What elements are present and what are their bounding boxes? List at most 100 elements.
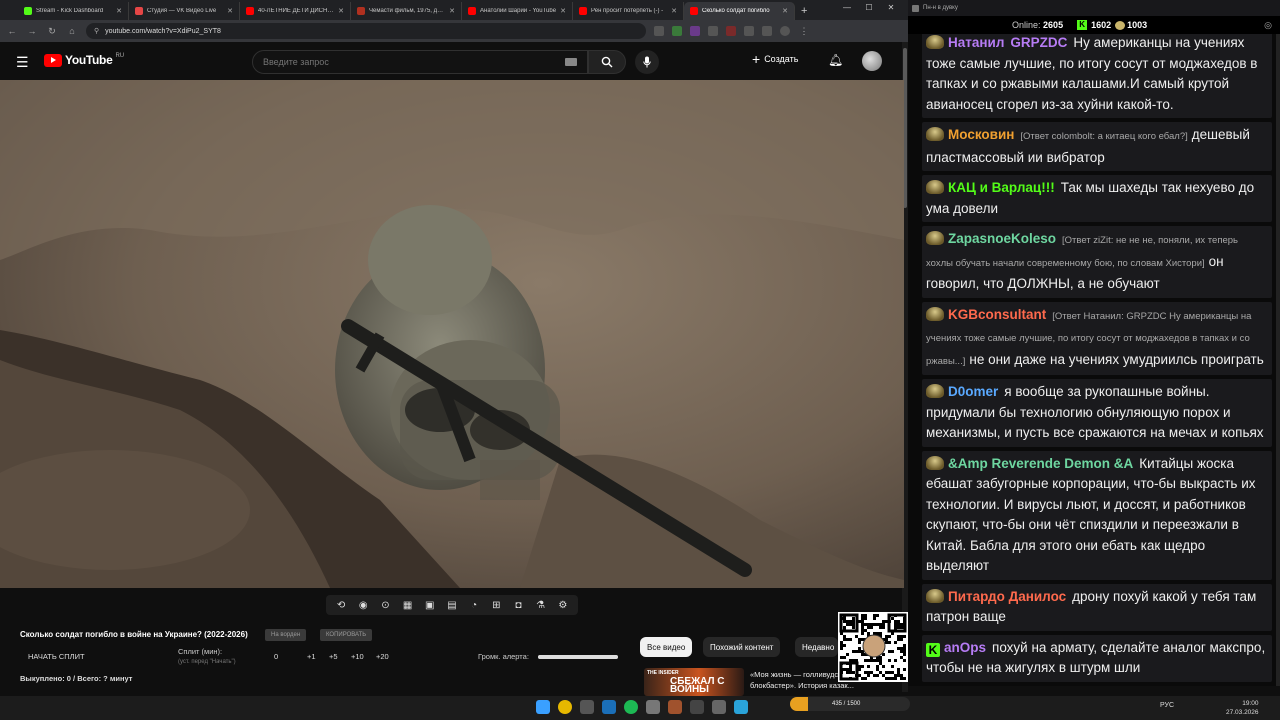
speed-icon[interactable]: ◔ xyxy=(465,600,483,611)
browser-tab[interactable]: Чемасти фильм, 1975, дата ✕ xyxy=(351,2,462,20)
chip-related[interactable]: Похожий контент xyxy=(703,637,781,657)
keyboard-icon[interactable] xyxy=(565,58,577,66)
chat-username[interactable]: anOps xyxy=(944,640,986,655)
create-button[interactable]: + Создать xyxy=(752,52,798,66)
split-value-plus5[interactable]: +5 xyxy=(329,652,338,661)
spotify-icon[interactable] xyxy=(624,700,638,714)
system-clock[interactable]: 19:00 27.03.2026 xyxy=(1226,699,1259,717)
telegram-icon[interactable] xyxy=(734,700,748,714)
app-icon[interactable] xyxy=(646,700,660,714)
tab-close-icon[interactable]: ✕ xyxy=(116,7,122,15)
minimize-icon[interactable]: — xyxy=(836,3,858,12)
chat-username[interactable]: ZapasnoeKoleso xyxy=(948,231,1056,246)
menu-dots-icon[interactable]: ⋮ xyxy=(798,26,810,37)
chat-username[interactable]: Натанил xyxy=(948,35,1004,50)
back-icon[interactable]: ← xyxy=(6,26,18,36)
browser-tab[interactable]: Сколько солдат погибло ✕ xyxy=(684,2,795,20)
cinema-icon[interactable]: ▤ xyxy=(443,600,461,611)
chat-username[interactable]: &Amp Reverende Demon &A xyxy=(948,456,1133,471)
browser-tab[interactable]: Stream - Kick Dashboard ✕ xyxy=(18,2,129,20)
youtube-logo[interactable]: YouTube RU xyxy=(44,53,124,67)
extension-icon[interactable] xyxy=(672,26,682,36)
wordsen-chip[interactable]: На ворден xyxy=(265,629,307,641)
menu-icon[interactable]: ☰ xyxy=(16,54,29,71)
tab-close-icon[interactable]: ✕ xyxy=(560,7,566,15)
tab-favicon-icon xyxy=(135,7,143,15)
recommended-thumbnail[interactable]: THE INSIDER СБЕЖАЛ С ВОЙНЫ xyxy=(644,668,744,696)
add-clip-icon[interactable]: ⊞ xyxy=(487,600,505,611)
chat-settings-icon[interactable]: ◎ xyxy=(1264,20,1272,31)
start-split-button[interactable]: НАЧАТЬ СПЛИТ xyxy=(28,652,85,661)
puzzle-icon[interactable] xyxy=(744,26,754,36)
close-icon[interactable]: ✕ xyxy=(880,3,902,12)
search-button[interactable] xyxy=(588,50,626,74)
new-tab-button[interactable]: + xyxy=(801,5,807,17)
loop-icon[interactable]: ⟲ xyxy=(332,600,350,611)
screenshot-icon[interactable]: ◘ xyxy=(509,600,527,611)
steam-icon[interactable] xyxy=(602,700,616,714)
settings-gear-icon[interactable]: ⚙ xyxy=(554,600,572,611)
alert-volume-slider[interactable] xyxy=(538,655,618,659)
copy-chip[interactable]: КОПИРОВАТЬ xyxy=(320,629,373,641)
chat-message-list[interactable]: Натанил GRPZDC Ну американцы на учениях то… xyxy=(908,34,1280,686)
pip-icon[interactable]: ▣ xyxy=(421,600,439,611)
chat-username-suffix[interactable]: GRPZDC xyxy=(1010,35,1067,50)
maximize-icon[interactable]: ☐ xyxy=(858,3,880,12)
chat-username[interactable]: KGBconsultant xyxy=(948,307,1046,322)
split-value-0[interactable]: 0 xyxy=(274,652,278,661)
chat-username[interactable]: D0omer xyxy=(948,384,998,399)
flask-icon[interactable]: ⚗ xyxy=(532,600,550,611)
tab-close-icon[interactable]: ✕ xyxy=(782,7,788,15)
split-value-plus20[interactable]: +20 xyxy=(376,652,389,661)
profile-icon[interactable] xyxy=(780,26,790,36)
home-icon[interactable]: ⌂ xyxy=(66,26,78,36)
browser-tab[interactable]: Анатолий Шарий - YouTube ✕ xyxy=(462,2,573,20)
browser-tab[interactable]: 40-ЛЕТНИЕ ДЕТИ ДИСНЕЯ ✕ xyxy=(240,2,351,20)
app-icon[interactable] xyxy=(690,700,704,714)
tab-close-icon[interactable]: ✕ xyxy=(227,7,233,15)
chip-recent[interactable]: Недавно xyxy=(795,637,838,657)
extension-icon[interactable] xyxy=(708,26,718,36)
start-icon[interactable] xyxy=(536,700,550,714)
reload-icon[interactable]: ↻ xyxy=(46,26,58,37)
broadcast-icon[interactable]: ◉ xyxy=(354,600,372,611)
tab-close-icon[interactable]: ✕ xyxy=(671,7,677,15)
youtube-play-icon xyxy=(44,53,62,67)
extension-icon[interactable] xyxy=(654,26,664,36)
extension-icon[interactable] xyxy=(690,26,700,36)
tab-close-icon[interactable]: ✕ xyxy=(449,7,455,15)
language-indicator[interactable]: РУС xyxy=(1160,702,1174,709)
tab-title: Stream - Kick Dashboard xyxy=(36,8,104,14)
url-field[interactable]: ⚲ youtube.com/watch?v=XdiPu2_SYT8 xyxy=(86,23,646,39)
download-icon[interactable] xyxy=(762,26,772,36)
app-icon[interactable] xyxy=(668,700,682,714)
chat-username[interactable]: Питардо Данилос xyxy=(948,589,1066,604)
chat-username[interactable]: Московин xyxy=(948,127,1014,142)
chat-scrollbar[interactable] xyxy=(1276,34,1280,686)
account-avatar[interactable] xyxy=(862,51,882,71)
app-icon[interactable] xyxy=(580,700,594,714)
split-value-plus1[interactable]: +1 xyxy=(307,652,316,661)
chat-username[interactable]: КАЦ и Варлац!!! xyxy=(948,180,1055,195)
meme-party-widget[interactable]: 435 / 1500 xyxy=(790,697,910,711)
film-icon[interactable]: ▦ xyxy=(399,600,417,611)
search-input[interactable] xyxy=(263,57,565,67)
online-counter: Online: 2605 xyxy=(1012,20,1063,30)
notifications-bell-icon[interactable]: 🔔︎ xyxy=(828,53,843,67)
site-info-icon[interactable]: ⚲ xyxy=(94,27,99,35)
taskbar xyxy=(0,696,1280,720)
chip-all-videos[interactable]: Все видео xyxy=(640,637,693,657)
forward-icon[interactable]: → xyxy=(26,26,38,36)
browser-tab[interactable]: Рен просит потерпеть (-) - ✕ xyxy=(573,2,684,20)
tab-close-icon[interactable]: ✕ xyxy=(338,7,344,15)
video-player[interactable] xyxy=(0,80,904,588)
watch-later-icon[interactable]: ⊙ xyxy=(376,600,394,611)
voice-search-button[interactable] xyxy=(635,50,659,74)
extension-icon[interactable] xyxy=(726,26,736,36)
split-value-plus10[interactable]: +10 xyxy=(351,652,364,661)
user-avatar-icon xyxy=(926,231,944,245)
chrome-icon[interactable] xyxy=(558,700,572,714)
browser-tab[interactable]: Студия — VK Видео Live ✕ xyxy=(129,2,240,20)
app-icon[interactable] xyxy=(712,700,726,714)
chat-message: Питардо Данилос дрону похуй какой у тебя … xyxy=(922,583,1272,631)
